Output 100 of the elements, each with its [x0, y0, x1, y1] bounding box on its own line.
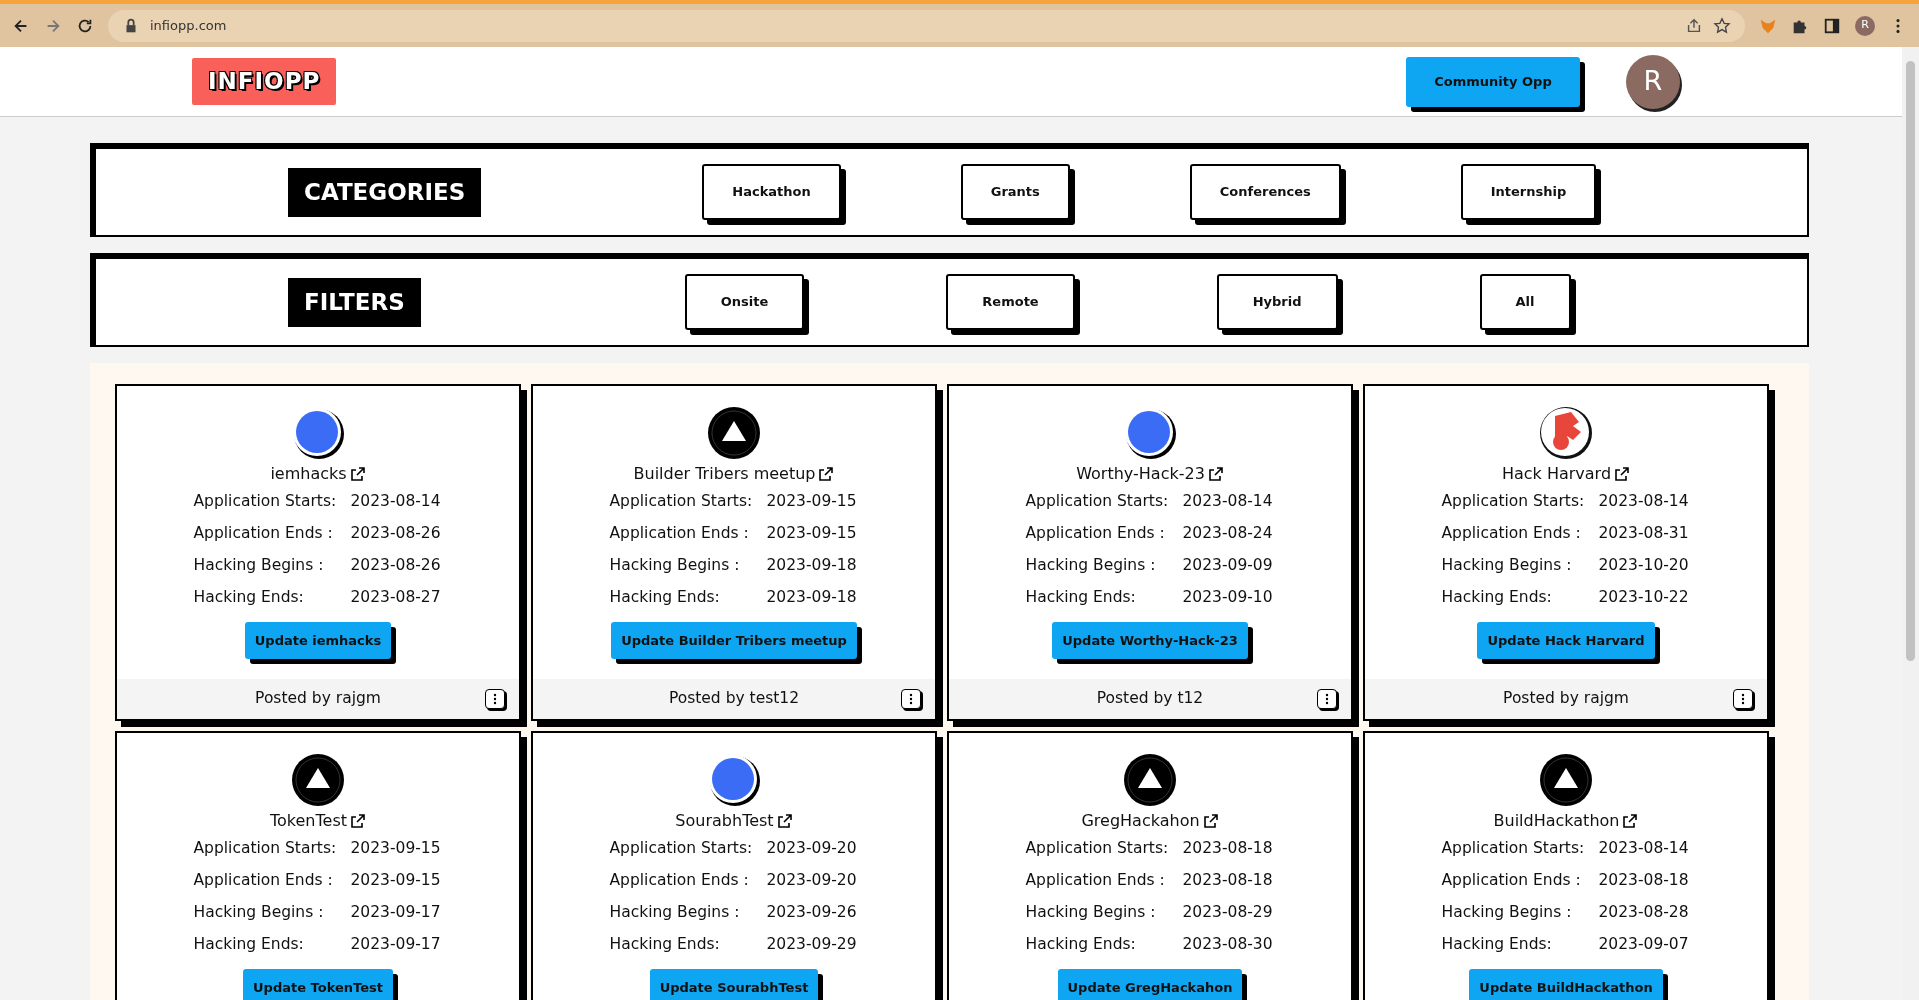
external-link-icon[interactable]	[1614, 466, 1631, 482]
posted-by-text: Posted by rajgm	[255, 688, 381, 710]
date-label: Hacking Begins :	[609, 902, 741, 924]
share-icon[interactable]	[1685, 16, 1703, 35]
kebab-icon	[493, 693, 497, 705]
date-label: Hacking Begins :	[193, 555, 325, 577]
date-value: 2023-09-07	[1598, 934, 1690, 956]
section-title: CATEGORIES	[288, 167, 482, 217]
user-avatar[interactable]: R	[1626, 54, 1680, 109]
date-label: Hacking Ends:	[193, 934, 305, 956]
section-title: FILTERS	[288, 277, 421, 327]
profile-avatar[interactable]: R	[1855, 15, 1875, 36]
external-link-icon[interactable]	[1622, 813, 1639, 829]
date-value: 2023-08-30	[1182, 934, 1274, 956]
more-button[interactable]	[1733, 689, 1753, 709]
event-name: Builder Tribers meetup	[633, 463, 816, 485]
event-name: SourabhTest	[675, 810, 774, 832]
external-link-icon[interactable]	[349, 466, 366, 482]
date-value: 2023-10-20	[1598, 555, 1690, 577]
date-value: 2023-08-26	[350, 555, 442, 577]
date-label: Application Starts:	[1441, 838, 1586, 860]
triangle-logo	[1123, 753, 1177, 807]
external-link-icon[interactable]	[776, 813, 793, 829]
external-link-icon[interactable]	[818, 466, 835, 482]
posted-by-text: Posted by rajgm	[1503, 688, 1629, 710]
date-value: 2023-09-09	[1182, 555, 1274, 577]
date-label: Hacking Begins :	[1025, 902, 1157, 924]
date-label: Application Ends :	[1025, 870, 1166, 892]
date-value: 2023-08-18	[1182, 870, 1274, 892]
date-value: 2023-08-14	[1598, 838, 1690, 860]
date-label: Application Ends :	[609, 523, 750, 545]
date-label: Application Ends :	[1441, 523, 1582, 545]
date-label: Application Starts:	[1025, 838, 1170, 860]
posted-by-text: Posted by test12	[668, 688, 800, 710]
date-label: Hacking Ends:	[193, 587, 305, 609]
date-label: Hacking Ends:	[1441, 587, 1553, 609]
date-label: Hacking Begins :	[609, 555, 741, 577]
date-value: 2023-09-20	[766, 838, 858, 860]
date-label: Application Starts:	[193, 491, 338, 513]
date-label: Application Starts:	[609, 838, 754, 860]
date-label: Hacking Begins :	[193, 902, 325, 924]
external-link-icon[interactable]	[350, 813, 366, 829]
date-label: Hacking Begins :	[1025, 555, 1157, 577]
address-text: infiopp.com	[150, 16, 227, 35]
more-button[interactable]	[901, 689, 921, 709]
date-label: Application Starts:	[1025, 491, 1170, 513]
date-value: 2023-08-29	[1182, 902, 1274, 924]
date-value: 2023-10-22	[1598, 587, 1690, 609]
date-label: Application Starts:	[609, 491, 754, 513]
star-icon[interactable]	[1713, 16, 1731, 35]
kebab-icon	[1325, 693, 1329, 705]
triangle-logo	[707, 406, 761, 460]
kebab-icon	[1741, 693, 1745, 705]
date-label: Hacking Ends:	[1025, 587, 1137, 609]
date-label: Application Ends :	[1025, 523, 1166, 545]
address-bar[interactable]: infiopp.com	[108, 9, 1745, 42]
event-name: Hack Harvard	[1501, 463, 1612, 485]
crest-logo	[1539, 406, 1593, 460]
circle-logo	[1123, 406, 1177, 460]
date-value: 2023-09-15	[350, 870, 442, 892]
date-value: 2023-09-26	[766, 902, 858, 924]
date-value: 2023-09-15	[766, 491, 858, 513]
date-label: Hacking Ends:	[1025, 934, 1137, 956]
event-name: iemhacks	[270, 463, 347, 485]
date-value: 2023-08-14	[1182, 491, 1274, 513]
date-value: 2023-08-24	[1182, 523, 1274, 545]
more-button[interactable]	[1317, 689, 1337, 709]
date-label: Application Ends :	[193, 870, 334, 892]
date-value: 2023-09-18	[766, 587, 858, 609]
event-name: GregHackahon	[1081, 810, 1200, 832]
triangle-logo	[291, 753, 345, 807]
date-value: 2023-09-17	[350, 934, 442, 956]
date-value: 2023-09-15	[766, 523, 858, 545]
event-name: TokenTest	[270, 810, 347, 832]
date-value: 2023-09-10	[1182, 587, 1274, 609]
date-label: Application Starts:	[193, 838, 338, 860]
date-label: Hacking Begins :	[1441, 902, 1573, 924]
event-name: BuildHackathon	[1493, 810, 1620, 832]
event-name: Worthy-Hack-23	[1076, 463, 1205, 485]
external-link-icon[interactable]	[1202, 813, 1219, 829]
date-value: 2023-08-26	[350, 523, 442, 545]
date-value: 2023-09-29	[766, 934, 858, 956]
date-value: 2023-08-18	[1598, 870, 1690, 892]
circle-logo	[291, 406, 345, 460]
date-value: 2023-09-15	[350, 838, 442, 860]
date-label: Hacking Ends:	[1441, 934, 1553, 956]
more-button[interactable]	[485, 689, 505, 709]
external-link-icon[interactable]	[1207, 466, 1224, 482]
date-label: Application Ends :	[609, 870, 750, 892]
date-label: Application Ends :	[193, 523, 334, 545]
date-label: Hacking Begins :	[1441, 555, 1573, 577]
date-label: Hacking Ends:	[609, 934, 721, 956]
posted-by-text: Posted by t12	[1096, 688, 1204, 710]
date-value: 2023-08-14	[1598, 491, 1690, 513]
date-label: Application Starts:	[1441, 491, 1586, 513]
date-value: 2023-08-18	[1182, 838, 1274, 860]
date-value: 2023-08-28	[1598, 902, 1690, 924]
sidebar-icon[interactable]	[1823, 16, 1841, 35]
date-label: Application Ends :	[1441, 870, 1582, 892]
kebab-icon	[909, 693, 913, 705]
